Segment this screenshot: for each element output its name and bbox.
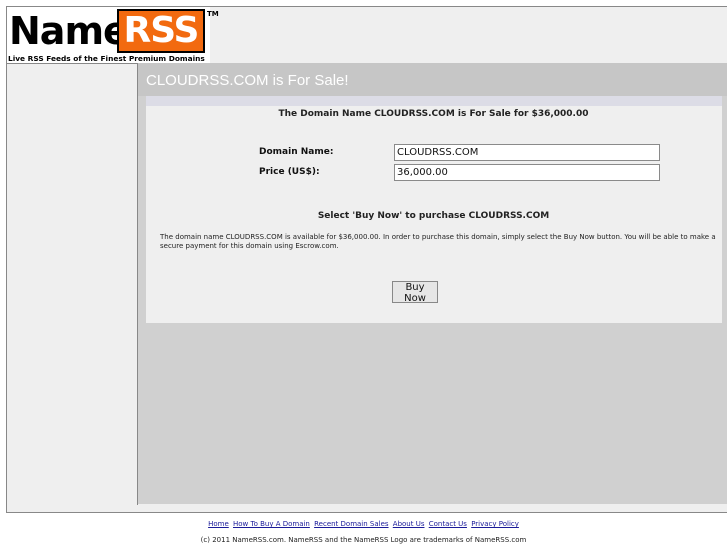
sale-headline: The Domain Name CLOUDRSS.COM is For Sale… bbox=[278, 109, 589, 119]
sale-info-text: The domain name CLOUDRSS.COM is availabl… bbox=[160, 233, 716, 250]
panel-header-band bbox=[146, 96, 722, 106]
price-label: Price (US$): bbox=[259, 167, 320, 177]
footer-link-home[interactable]: Home bbox=[208, 520, 229, 528]
site-logo[interactable]: Name RSS TM Live RSS Feeds of the Finest… bbox=[7, 7, 219, 63]
copyright-text: (c) 2011 NameRSS.com. NameRSS and the Na… bbox=[200, 536, 527, 544]
logo-name-text: Name bbox=[9, 9, 129, 53]
logo-tagline: Live RSS Feeds of the Finest Premium Dom… bbox=[8, 54, 205, 63]
domain-name-field[interactable] bbox=[394, 144, 660, 161]
logo-trademark: TM bbox=[207, 10, 219, 18]
buy-now-button[interactable]: Buy Now bbox=[392, 281, 438, 304]
price-field[interactable] bbox=[394, 164, 660, 181]
left-sidebar bbox=[7, 63, 138, 505]
page-title: CLOUDRSS.COM is For Sale! bbox=[146, 72, 349, 89]
title-bar: CLOUDRSS.COM is For Sale! bbox=[138, 63, 727, 96]
footer-nav: Home How To Buy A Domain Recent Domain S… bbox=[0, 520, 727, 528]
footer-link-about-us[interactable]: About Us bbox=[393, 520, 425, 528]
footer-link-recent-sales[interactable]: Recent Domain Sales bbox=[314, 520, 388, 528]
footer-link-how-to-buy[interactable]: How To Buy A Domain bbox=[233, 520, 310, 528]
buy-instruction: Select 'Buy Now' to purchase CLOUDRSS.CO… bbox=[317, 211, 550, 221]
main-content: CLOUDRSS.COM is For Sale! The Domain Nam… bbox=[138, 63, 727, 504]
footer-link-privacy-policy[interactable]: Privacy Policy bbox=[471, 520, 519, 528]
domain-name-label: Domain Name: bbox=[259, 147, 334, 157]
footer-link-contact-us[interactable]: Contact Us bbox=[429, 520, 467, 528]
logo-rss-text: RSS bbox=[117, 9, 205, 53]
